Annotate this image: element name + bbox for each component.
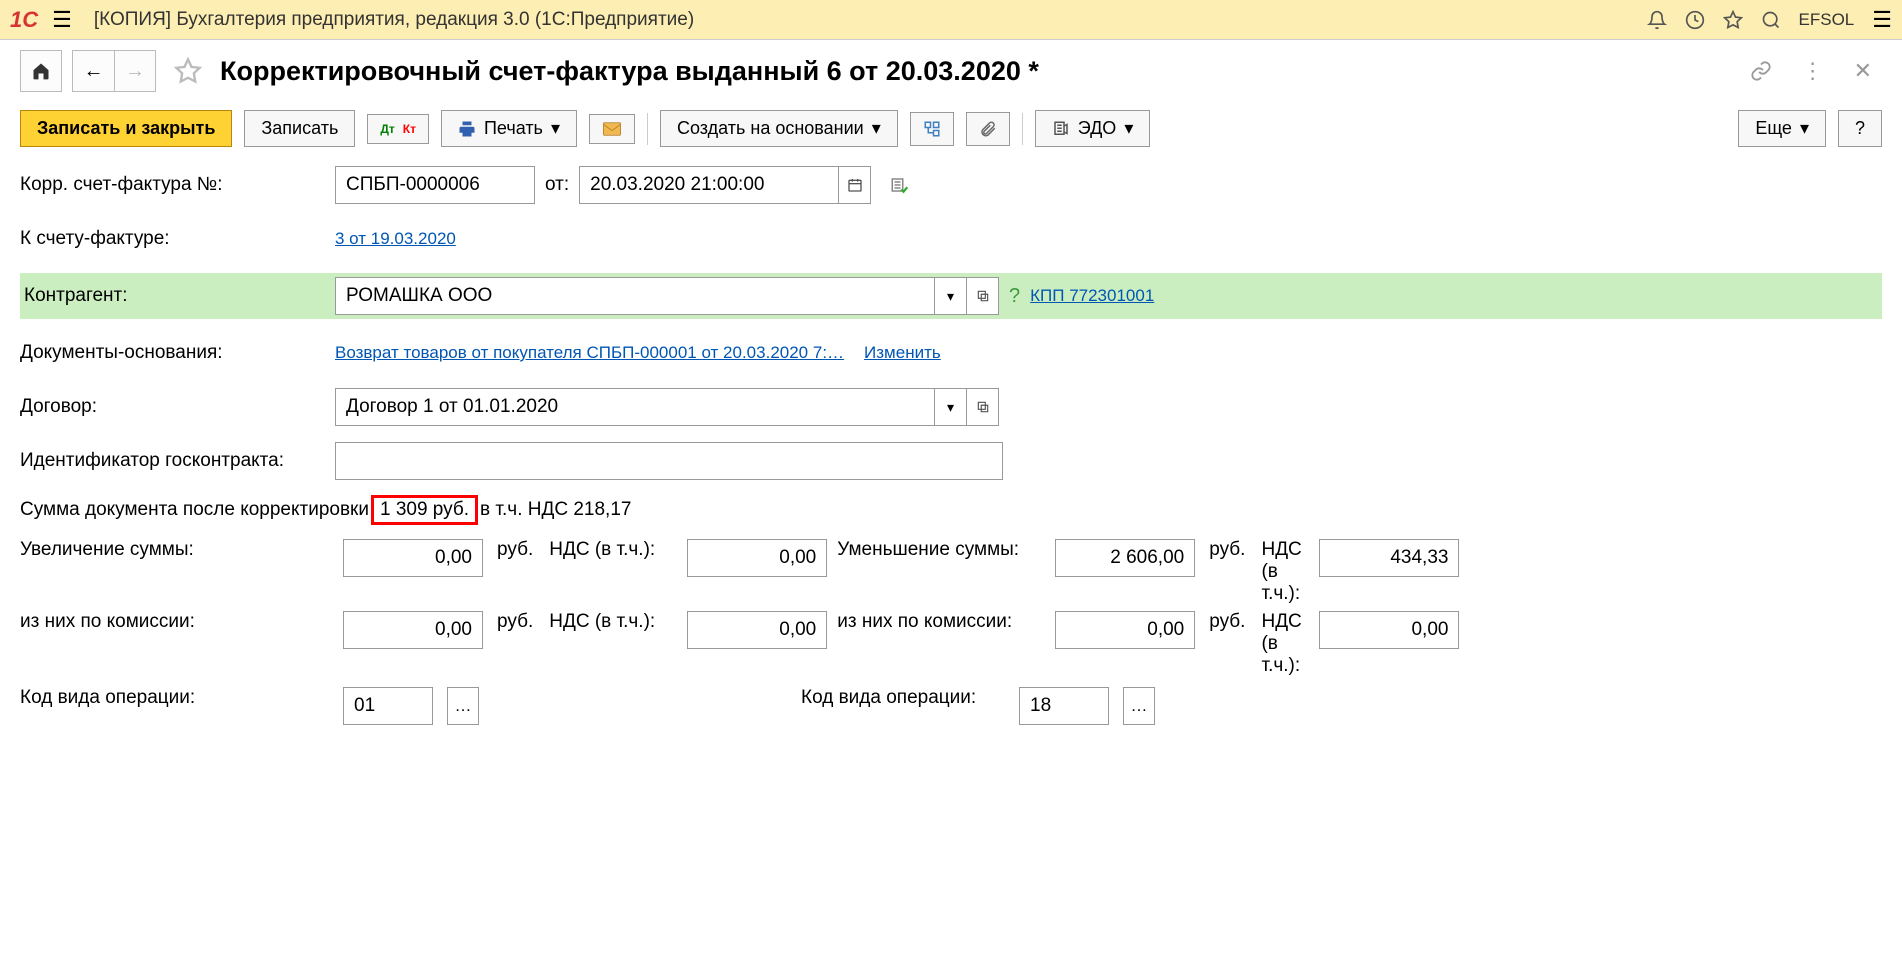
commission-label: из них по комиссии: bbox=[20, 611, 335, 633]
sum-prefix: Сумма документа после корректировки bbox=[20, 499, 369, 521]
search-icon[interactable] bbox=[1761, 10, 1781, 30]
logo-1c: 1C bbox=[10, 7, 38, 33]
write-close-button[interactable]: Записать и закрыть bbox=[20, 110, 232, 147]
edo-button[interactable]: ЭДО ▾ bbox=[1035, 110, 1151, 147]
gov-id-label: Идентификатор госконтракта: bbox=[20, 450, 335, 472]
write-button[interactable]: Записать bbox=[244, 110, 355, 147]
to-invoice-label: К счету-фактуре: bbox=[20, 228, 335, 250]
structure-button[interactable] bbox=[910, 112, 954, 146]
vat-label-multi2: НДС (в т.ч.): bbox=[1261, 611, 1311, 677]
commission-vat1-input[interactable] bbox=[687, 611, 827, 649]
back-button[interactable]: ← bbox=[72, 50, 114, 92]
picker-button[interactable]: … bbox=[447, 687, 479, 725]
chevron-down-icon: ▾ bbox=[1800, 118, 1809, 139]
menu-icon[interactable]: ☰ bbox=[52, 7, 72, 33]
op-code2-input[interactable] bbox=[1019, 687, 1109, 725]
sum-value-highlighted: 1 309 руб. bbox=[371, 495, 478, 525]
dropdown-button[interactable]: ▾ bbox=[935, 277, 967, 315]
commission1-input[interactable] bbox=[343, 611, 483, 649]
op-code-label: Код вида операции: bbox=[20, 687, 335, 709]
settings-menu-icon[interactable]: ☰ bbox=[1872, 7, 1892, 33]
create-based-label: Создать на основании bbox=[677, 118, 864, 139]
favorite-icon[interactable] bbox=[174, 57, 202, 85]
history-icon[interactable] bbox=[1685, 10, 1705, 30]
print-button[interactable]: Печать ▾ bbox=[441, 110, 577, 147]
decrease-label: Уменьшение суммы: bbox=[837, 539, 1047, 561]
attach-button[interactable] bbox=[966, 112, 1010, 146]
sum-suffix: в т.ч. НДС 218,17 bbox=[480, 499, 631, 521]
op-code-label2: Код вида операции: bbox=[801, 687, 1011, 709]
app-title: [КОПИЯ] Бухгалтерия предприятия, редакци… bbox=[94, 9, 1633, 31]
close-icon[interactable]: ✕ bbox=[1854, 58, 1872, 84]
help-icon[interactable]: ? bbox=[1009, 285, 1020, 308]
kebab-icon[interactable]: ⋮ bbox=[1802, 58, 1824, 84]
increase-vat-input[interactable] bbox=[687, 539, 827, 577]
kpp-link[interactable]: КПП 772301001 bbox=[1030, 286, 1154, 306]
more-button[interactable]: Еще ▾ bbox=[1738, 110, 1826, 147]
date-input[interactable] bbox=[579, 166, 839, 204]
vat-label: НДС (в т.ч.): bbox=[549, 539, 679, 561]
separator bbox=[647, 113, 648, 145]
print-label: Печать bbox=[484, 118, 543, 139]
vat-label: НДС (в т.ч.): bbox=[549, 611, 679, 633]
open-button[interactable] bbox=[967, 388, 999, 426]
counterparty-input[interactable] bbox=[335, 277, 935, 315]
gov-id-input[interactable] bbox=[335, 442, 1003, 480]
commission-vat2-input[interactable] bbox=[1319, 611, 1459, 649]
counterparty-label: Контрагент: bbox=[20, 285, 335, 307]
corr-num-label: Корр. счет-фактура №: bbox=[20, 174, 335, 196]
commission-label2: из них по комиссии: bbox=[837, 611, 1047, 633]
link-icon[interactable] bbox=[1750, 60, 1772, 82]
vat-label-multi: НДС (в т.ч.): bbox=[1261, 539, 1311, 605]
rub-label: руб. bbox=[497, 611, 533, 633]
from-label: от: bbox=[545, 174, 569, 196]
op-code1-input[interactable] bbox=[343, 687, 433, 725]
more-label: Еще bbox=[1755, 118, 1792, 139]
decrease-input[interactable] bbox=[1055, 539, 1195, 577]
basis-docs-label: Документы-основания: bbox=[20, 342, 335, 364]
contract-label: Договор: bbox=[20, 396, 335, 418]
chevron-down-icon: ▾ bbox=[551, 118, 560, 139]
dtkt-button[interactable]: ДтКт bbox=[367, 114, 429, 144]
dropdown-button[interactable]: ▾ bbox=[935, 388, 967, 426]
rub-label: руб. bbox=[497, 539, 533, 561]
posted-icon[interactable] bbox=[889, 176, 909, 194]
separator bbox=[1022, 113, 1023, 145]
basis-change-link[interactable]: Изменить bbox=[864, 343, 941, 363]
help-button[interactable]: ? bbox=[1838, 110, 1882, 147]
home-button[interactable] bbox=[20, 50, 62, 92]
star-icon[interactable] bbox=[1723, 10, 1743, 30]
picker-button[interactable]: … bbox=[1123, 687, 1155, 725]
mail-button[interactable] bbox=[589, 114, 635, 144]
user-label[interactable]: EFSOL bbox=[1799, 10, 1855, 30]
create-based-button[interactable]: Создать на основании ▾ bbox=[660, 110, 898, 147]
edo-label: ЭДО bbox=[1078, 118, 1117, 139]
page-title: Корректировочный счет-фактура выданный 6… bbox=[220, 56, 1039, 87]
increase-input[interactable] bbox=[343, 539, 483, 577]
open-button[interactable] bbox=[967, 277, 999, 315]
contract-input[interactable] bbox=[335, 388, 935, 426]
calendar-button[interactable] bbox=[839, 166, 871, 204]
to-invoice-link[interactable]: 3 от 19.03.2020 bbox=[335, 229, 456, 249]
chevron-down-icon: ▾ bbox=[872, 118, 881, 139]
rub-label: руб. bbox=[1209, 539, 1245, 561]
forward-button[interactable]: → bbox=[114, 50, 156, 92]
basis-docs-link[interactable]: Возврат товаров от покупателя СПБП-00000… bbox=[335, 343, 844, 363]
chevron-down-icon: ▾ bbox=[1124, 118, 1133, 139]
commission2-input[interactable] bbox=[1055, 611, 1195, 649]
decrease-vat-input[interactable] bbox=[1319, 539, 1459, 577]
rub-label: руб. bbox=[1209, 611, 1245, 633]
bell-icon[interactable] bbox=[1647, 10, 1667, 30]
corr-num-input[interactable] bbox=[335, 166, 535, 204]
increase-label: Увеличение суммы: bbox=[20, 539, 335, 561]
